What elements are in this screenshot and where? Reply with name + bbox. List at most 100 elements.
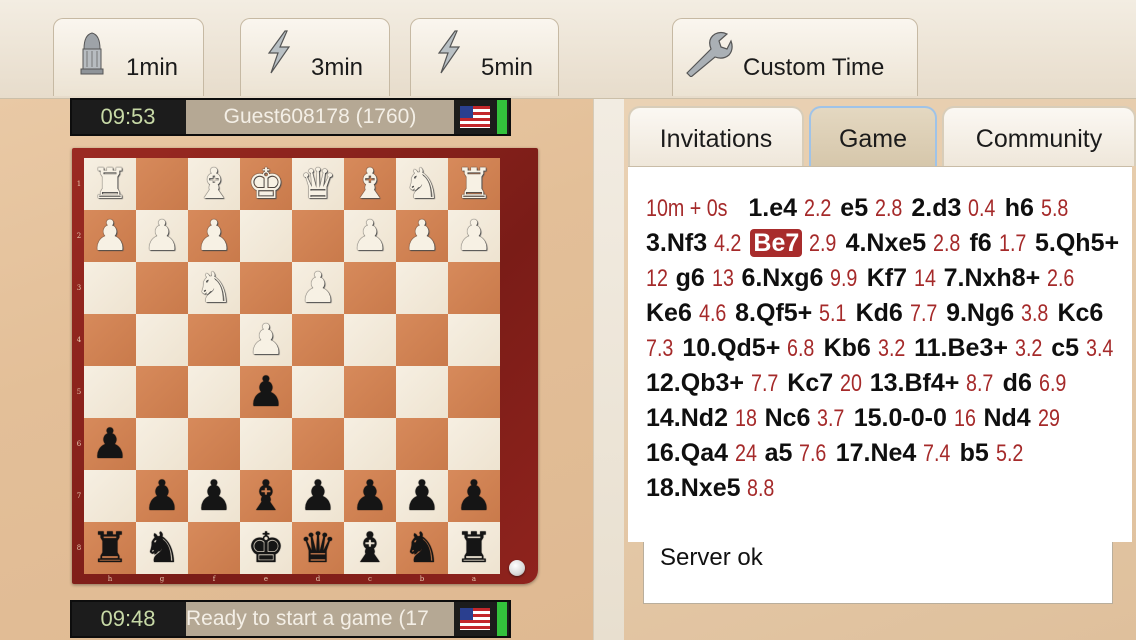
board-square[interactable] [448, 314, 500, 366]
white-pawn-icon[interactable]: ♟ [84, 210, 136, 262]
move[interactable]: f6 [969, 229, 991, 257]
black-pawn-icon[interactable]: ♟ [188, 470, 240, 522]
custom-time-button[interactable]: Custom Time [672, 18, 918, 96]
board-square[interactable] [136, 366, 188, 418]
tab-game[interactable]: Game [809, 106, 937, 166]
black-pawn-icon[interactable]: ♟ [448, 470, 500, 522]
board-square[interactable]: ♟ [136, 210, 188, 262]
tab-community[interactable]: Community [942, 106, 1136, 166]
board-rotate-knob[interactable] [509, 560, 525, 576]
board-square[interactable] [188, 366, 240, 418]
move[interactable]: b5 [960, 439, 989, 467]
white-pawn-icon[interactable]: ♟ [448, 210, 500, 262]
board-square[interactable] [84, 314, 136, 366]
white-knight-icon[interactable]: ♞ [396, 158, 448, 210]
board-square[interactable]: ♝ [344, 158, 396, 210]
move[interactable]: Nc6 [765, 404, 811, 432]
move[interactable]: e5 [840, 194, 868, 222]
move[interactable]: Kb6 [824, 334, 871, 362]
board-square[interactable]: ♟ [136, 470, 188, 522]
board-square[interactable] [188, 522, 240, 574]
board-square[interactable] [396, 314, 448, 366]
black-rook-icon[interactable]: ♜ [448, 522, 500, 574]
black-queen-icon[interactable]: ♛ [292, 522, 344, 574]
five-minute-button[interactable]: 5min [410, 18, 559, 96]
board-square[interactable]: ♟ [344, 470, 396, 522]
black-pawn-icon[interactable]: ♟ [396, 470, 448, 522]
board-square[interactable]: ♟ [396, 470, 448, 522]
white-pawn-icon[interactable]: ♟ [292, 262, 344, 314]
board-square[interactable]: ♜ [448, 522, 500, 574]
black-knight-icon[interactable]: ♞ [136, 522, 188, 574]
black-rook-icon[interactable]: ♜ [84, 522, 136, 574]
move[interactable]: 9.Ng6 [946, 299, 1014, 327]
move[interactable]: 12.Qb3+ [646, 369, 744, 397]
white-bishop-icon[interactable]: ♝ [344, 158, 396, 210]
board-square[interactable] [344, 366, 396, 418]
board-square[interactable]: ♞ [136, 522, 188, 574]
white-pawn-icon[interactable]: ♟ [396, 210, 448, 262]
board-square[interactable]: ♟ [448, 470, 500, 522]
board-square[interactable]: ♟ [396, 210, 448, 262]
board-square[interactable]: ♟ [292, 470, 344, 522]
white-queen-icon[interactable]: ♛ [292, 158, 344, 210]
move[interactable]: 7.Nxh8+ [944, 264, 1041, 292]
board-square[interactable] [396, 262, 448, 314]
black-bishop-icon[interactable]: ♝ [240, 470, 292, 522]
white-knight-icon[interactable]: ♞ [188, 262, 240, 314]
white-pawn-icon[interactable]: ♟ [136, 210, 188, 262]
move[interactable]: Kc7 [787, 369, 833, 397]
black-pawn-icon[interactable]: ♟ [240, 366, 292, 418]
board-square[interactable] [136, 314, 188, 366]
board-square[interactable] [136, 262, 188, 314]
white-bishop-icon[interactable]: ♝ [188, 158, 240, 210]
move[interactable]: 11.Be3+ [914, 334, 1008, 362]
three-minute-button[interactable]: 3min [240, 18, 390, 96]
board-square[interactable] [84, 470, 136, 522]
black-bishop-icon[interactable]: ♝ [344, 522, 396, 574]
white-rook-icon[interactable]: ♜ [84, 158, 136, 210]
black-pawn-icon[interactable]: ♟ [136, 470, 188, 522]
black-pawn-icon[interactable]: ♟ [292, 470, 344, 522]
board-square[interactable] [344, 314, 396, 366]
move[interactable]: 15.0-0-0 [854, 404, 947, 432]
move-list[interactable]: 10m + 0s 1.e4 2.2 e5 2.8 2.d3 0.4 h6 5.8… [628, 166, 1132, 542]
white-king-icon[interactable]: ♚ [240, 158, 292, 210]
tab-invitations[interactable]: Invitations [628, 106, 804, 166]
move[interactable]: d6 [1003, 369, 1032, 397]
board-square[interactable]: ♟ [240, 366, 292, 418]
board-square[interactable]: ♞ [396, 522, 448, 574]
move[interactable]: 6.Nxg6 [741, 264, 823, 292]
board-square[interactable]: ♝ [240, 470, 292, 522]
board-square[interactable]: ♛ [292, 522, 344, 574]
move[interactable]: a5 [765, 439, 793, 467]
move[interactable]: 16.Qa4 [646, 439, 728, 467]
move[interactable]: 5.Qh5+ [1035, 229, 1119, 257]
board-square[interactable] [448, 366, 500, 418]
board-square[interactable]: ♟ [292, 262, 344, 314]
move[interactable]: g6 [676, 264, 705, 292]
move[interactable]: 3.Nf3 [646, 229, 707, 257]
move[interactable]: 17.Ne4 [836, 439, 917, 467]
board-square[interactable] [292, 210, 344, 262]
move[interactable]: 13.Bf4+ [870, 369, 960, 397]
board-square[interactable]: ♟ [84, 210, 136, 262]
move[interactable]: 4.Nxe5 [846, 229, 927, 257]
board-square[interactable]: ♟ [240, 314, 292, 366]
white-rook-icon[interactable]: ♜ [448, 158, 500, 210]
white-pawn-icon[interactable]: ♟ [240, 314, 292, 366]
board-square[interactable] [344, 262, 396, 314]
move[interactable]: 2.d3 [911, 194, 961, 222]
black-pawn-icon[interactable]: ♟ [84, 418, 136, 470]
move[interactable]: h6 [1005, 194, 1034, 222]
board-square[interactable]: ♜ [84, 522, 136, 574]
board-square[interactable]: ♟ [344, 210, 396, 262]
board-square[interactable] [292, 418, 344, 470]
board-square[interactable] [240, 262, 292, 314]
board-square[interactable]: ♟ [84, 418, 136, 470]
white-pawn-icon[interactable]: ♟ [344, 210, 396, 262]
one-minute-button[interactable]: 1min [53, 18, 204, 96]
board-square[interactable] [292, 366, 344, 418]
move[interactable]: 18.Nxe5 [646, 474, 741, 502]
move[interactable]: 10.Qd5+ [682, 334, 780, 362]
